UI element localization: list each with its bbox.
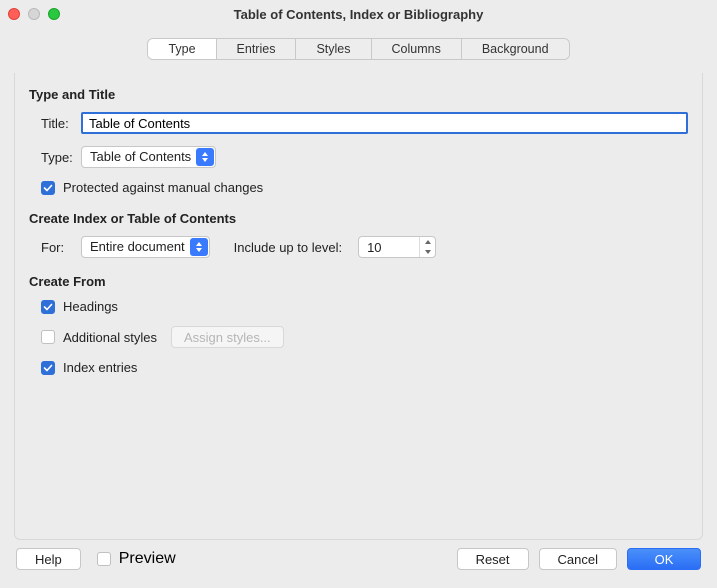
preview-label: Preview xyxy=(119,550,176,568)
protected-label: Protected against manual changes xyxy=(63,180,263,195)
cancel-button[interactable]: Cancel xyxy=(539,548,617,570)
type-panel: Type and Title Title: Type: Table of Con… xyxy=(14,73,703,540)
label-type: Type: xyxy=(29,150,81,165)
tab-type[interactable]: Type xyxy=(148,39,216,59)
section-type-title: Type and Title xyxy=(29,87,688,102)
section-create-from: Create From xyxy=(29,274,688,289)
label-include-level: Include up to level: xyxy=(234,240,342,255)
tab-entries[interactable]: Entries xyxy=(217,39,297,59)
dialog-content: Type Entries Styles Columns Background T… xyxy=(0,28,717,540)
assign-styles-button: Assign styles... xyxy=(171,326,284,348)
level-spinner[interactable]: 10 xyxy=(358,236,436,258)
headings-checkbox[interactable] xyxy=(41,300,55,314)
reset-button[interactable]: Reset xyxy=(457,548,529,570)
level-value[interactable]: 10 xyxy=(359,240,419,255)
additional-styles-checkbox[interactable] xyxy=(41,330,55,344)
section-create-index: Create Index or Table of Contents xyxy=(29,211,688,226)
index-entries-label: Index entries xyxy=(63,360,137,375)
dropdown-arrows-icon xyxy=(190,238,208,256)
for-select[interactable]: Entire document xyxy=(81,236,210,258)
headings-label: Headings xyxy=(63,299,118,314)
tab-styles[interactable]: Styles xyxy=(296,39,371,59)
protected-checkbox[interactable] xyxy=(41,181,55,195)
ok-button[interactable]: OK xyxy=(627,548,701,570)
preview-checkbox[interactable] xyxy=(97,552,111,566)
additional-styles-label: Additional styles xyxy=(63,330,157,345)
help-button[interactable]: Help xyxy=(16,548,81,570)
window-title: Table of Contents, Index or Bibliography xyxy=(0,7,717,22)
title-input[interactable] xyxy=(81,112,688,134)
type-select[interactable]: Table of Contents xyxy=(81,146,216,168)
label-title: Title: xyxy=(29,116,81,131)
protected-checkbox-wrap[interactable]: Protected against manual changes xyxy=(29,180,263,195)
type-select-value: Table of Contents xyxy=(90,149,191,164)
dropdown-arrows-icon xyxy=(196,148,214,166)
headings-checkbox-wrap[interactable]: Headings xyxy=(29,299,118,314)
level-step-up[interactable] xyxy=(420,237,435,247)
additional-styles-wrap[interactable]: Additional styles xyxy=(29,330,157,345)
tab-columns[interactable]: Columns xyxy=(372,39,462,59)
for-select-value: Entire document xyxy=(90,239,185,254)
level-step-down[interactable] xyxy=(420,247,435,257)
label-for: For: xyxy=(41,240,81,255)
index-entries-wrap[interactable]: Index entries xyxy=(29,360,137,375)
tabbar: Type Entries Styles Columns Background xyxy=(14,38,703,60)
dialog-footer: Help Preview Reset Cancel OK xyxy=(0,540,717,588)
titlebar: Table of Contents, Index or Bibliography xyxy=(0,0,717,28)
index-entries-checkbox[interactable] xyxy=(41,361,55,375)
tabs: Type Entries Styles Columns Background xyxy=(147,38,569,60)
preview-wrap[interactable]: Preview xyxy=(91,550,176,568)
tab-background[interactable]: Background xyxy=(462,39,569,59)
